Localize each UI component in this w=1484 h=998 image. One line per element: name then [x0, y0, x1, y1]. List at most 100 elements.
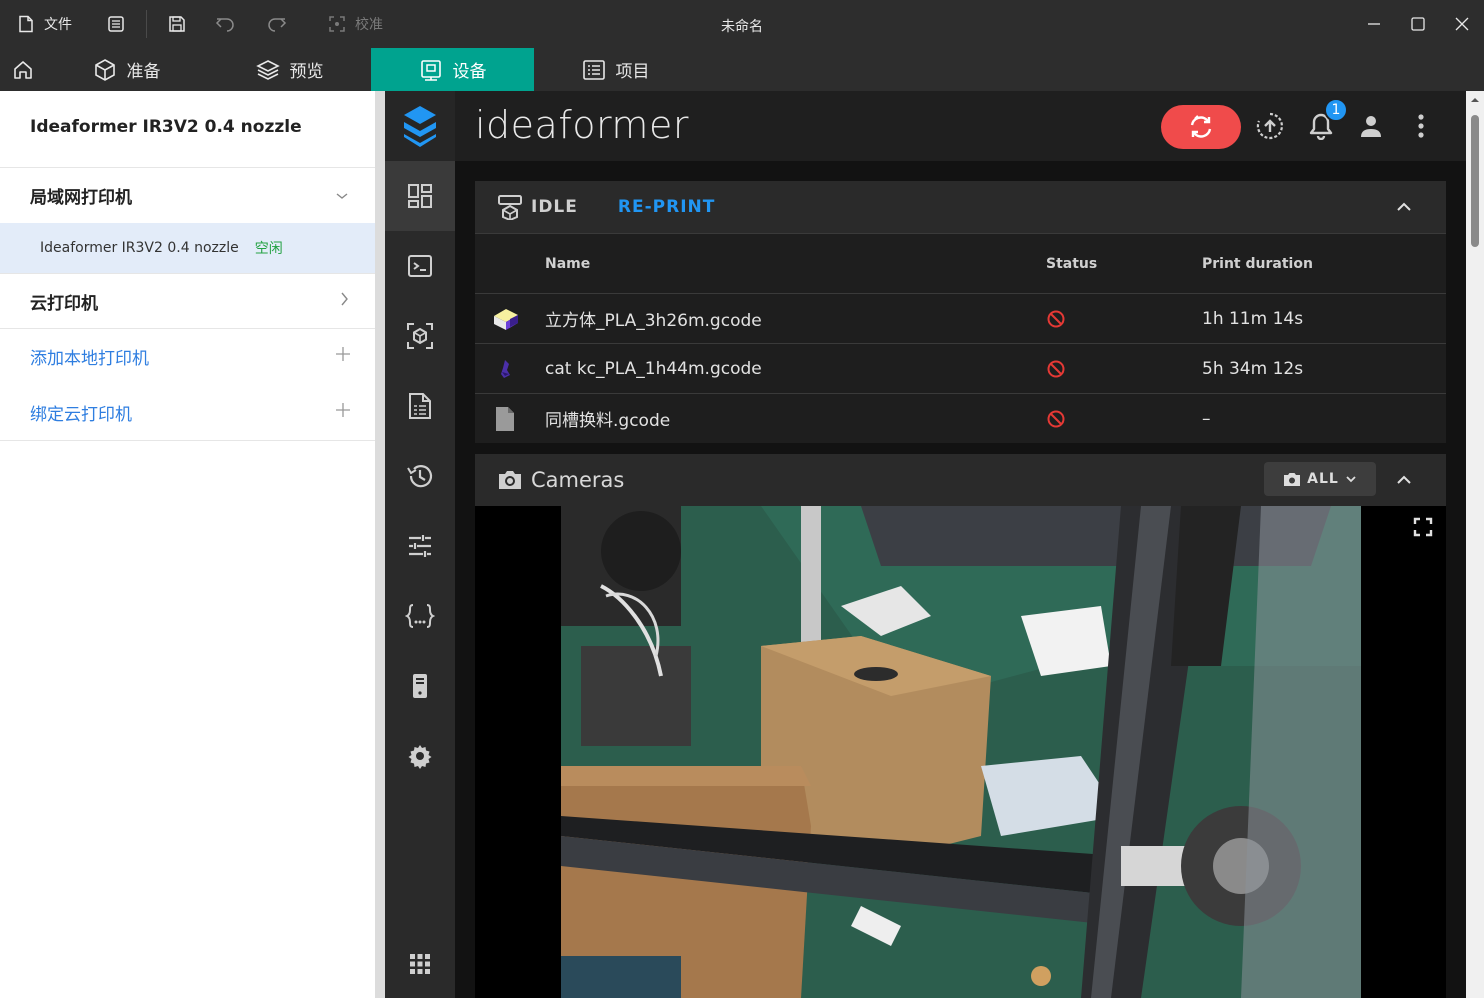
minimize-icon — [1368, 23, 1380, 25]
reprint-tab[interactable]: RE-PRINT — [618, 197, 715, 217]
fullscreen-icon — [1413, 517, 1433, 537]
scroll-thumb[interactable] — [1471, 115, 1479, 247]
tab-preview-label: 预览 — [289, 62, 324, 82]
lan-printer-section[interactable]: 局域网打印机 — [0, 168, 375, 223]
cameras-card-header: Cameras ALL — [475, 454, 1446, 506]
cube-thumb — [489, 294, 521, 343]
chevron-up-icon — [1397, 475, 1411, 484]
chevron-down-icon — [335, 186, 349, 206]
more-menu-button[interactable] — [1406, 111, 1436, 141]
redo-icon — [267, 14, 287, 34]
emergency-restart-button[interactable] — [1161, 105, 1241, 149]
logo-icon — [404, 106, 436, 147]
camera-icon — [1284, 473, 1301, 486]
restart-icon — [1190, 115, 1212, 138]
table-row[interactable]: 同槽换料.gcode – — [475, 393, 1446, 443]
sidebar-gcode-files[interactable] — [385, 371, 455, 441]
sidebar-console[interactable] — [385, 231, 455, 301]
status-card-header: IDLE RE-PRINT — [475, 181, 1446, 233]
scan-cube-icon — [407, 323, 433, 349]
camera-stream-image[interactable] — [561, 506, 1361, 998]
panel-splitter[interactable] — [375, 91, 385, 998]
table-row[interactable]: 立方体_PLA_3h26m.gcode 1h 11m 14s — [475, 293, 1446, 343]
sidebar-apps[interactable] — [385, 929, 455, 998]
file-document-icon — [409, 393, 431, 419]
list-icon — [582, 59, 605, 80]
cloud-printer-section[interactable]: 云打印机 — [0, 273, 375, 328]
plus-icon — [335, 402, 351, 423]
sidebar-history[interactable] — [385, 441, 455, 511]
calibrate-button[interactable]: 校准 — [317, 0, 393, 48]
upload-icon — [1256, 112, 1283, 140]
close-button[interactable] — [1440, 0, 1484, 48]
more-vertical-icon — [1418, 114, 1424, 138]
content-scrollbar[interactable] — [1466, 91, 1484, 998]
chevron-right-icon — [339, 291, 349, 312]
print-duration: 1h 11m 14s — [1202, 308, 1304, 329]
col-name-header[interactable]: Name — [545, 234, 590, 293]
sidebar-macros[interactable] — [385, 581, 455, 651]
tab-prepare[interactable]: 准备 — [45, 48, 208, 91]
camera-filter-dropdown[interactable]: ALL — [1264, 462, 1376, 496]
file-menu-button[interactable]: 文件 — [0, 0, 82, 48]
notification-badge: 1 — [1324, 98, 1348, 122]
sidebar-dashboard[interactable] — [385, 161, 455, 231]
tab-project[interactable]: 项目 — [534, 48, 697, 91]
maximize-button[interactable] — [1396, 0, 1440, 48]
tab-device[interactable]: 设备 — [371, 48, 534, 91]
table-row[interactable]: cat kc_PLA_1h44m.gcode 5h 34m 12s — [475, 343, 1446, 393]
tab-prepare-label: 准备 — [126, 62, 161, 82]
col-duration-header[interactable]: Print duration — [1202, 234, 1313, 293]
fullscreen-button[interactable] — [1412, 516, 1434, 538]
sidebar-machine[interactable] — [385, 651, 455, 721]
sidebar-machine-tune[interactable] — [385, 511, 455, 581]
cameras-title: Cameras — [531, 468, 625, 492]
lan-section-label: 局域网打印机 — [30, 188, 132, 208]
add-local-printer[interactable]: 添加本地打印机 — [0, 328, 375, 384]
collapse-status-button[interactable] — [1392, 195, 1416, 219]
status-cancelled-icon — [1046, 394, 1066, 443]
user-icon — [1361, 116, 1381, 137]
grid-icon — [410, 954, 430, 974]
camera-viewport — [475, 506, 1446, 998]
cameras-card: Cameras ALL — [475, 454, 1446, 998]
camera-filter-label: ALL — [1307, 471, 1339, 487]
account-button[interactable] — [1356, 111, 1386, 141]
file-name: cat kc_PLA_1h44m.gcode — [545, 358, 762, 379]
lan-printer-item[interactable]: Ideaformer IR3V2 0.4 nozzle 空闲 — [0, 223, 375, 273]
redo-button[interactable] — [257, 0, 297, 48]
sidebar-settings[interactable] — [385, 721, 455, 791]
home-button[interactable] — [0, 48, 45, 91]
status-cancelled-icon — [1046, 294, 1066, 343]
minimize-button[interactable] — [1352, 0, 1396, 48]
save-button[interactable] — [157, 0, 197, 48]
lan-printer-status: 空闲 — [254, 241, 283, 257]
code-braces-icon — [405, 604, 435, 628]
tab-preview[interactable]: 预览 — [208, 48, 371, 91]
undo-button[interactable] — [205, 0, 245, 48]
server-icon — [413, 674, 427, 698]
dashboard-icon — [408, 184, 432, 208]
tab-device-label: 设备 — [452, 62, 487, 82]
layers-icon — [255, 59, 280, 80]
status-card: IDLE RE-PRINT Name Status Print duration… — [475, 181, 1446, 443]
save-icon — [167, 14, 187, 34]
collapse-cameras-button[interactable] — [1392, 468, 1416, 492]
col-status-header[interactable]: Status — [1046, 234, 1097, 293]
notes-button[interactable] — [96, 0, 136, 48]
device-icon — [420, 59, 441, 81]
scroll-up-icon[interactable] — [1466, 93, 1484, 107]
print-duration: – — [1202, 408, 1211, 429]
chevron-down-icon — [1346, 476, 1356, 483]
printer-3d-icon — [497, 194, 523, 220]
sidebar-heightmap[interactable] — [385, 301, 455, 371]
toolbar-divider — [146, 10, 147, 38]
bind-cloud-printer[interactable]: 绑定云打印机 — [0, 384, 375, 440]
file-menu-label: 文件 — [44, 17, 72, 33]
brand-logo[interactable] — [385, 91, 455, 161]
web-sidebar — [385, 91, 455, 998]
upload-print-button[interactable] — [1255, 111, 1285, 141]
calibrate-icon — [327, 14, 347, 34]
undo-icon — [215, 14, 235, 34]
camera-icon — [497, 468, 523, 492]
